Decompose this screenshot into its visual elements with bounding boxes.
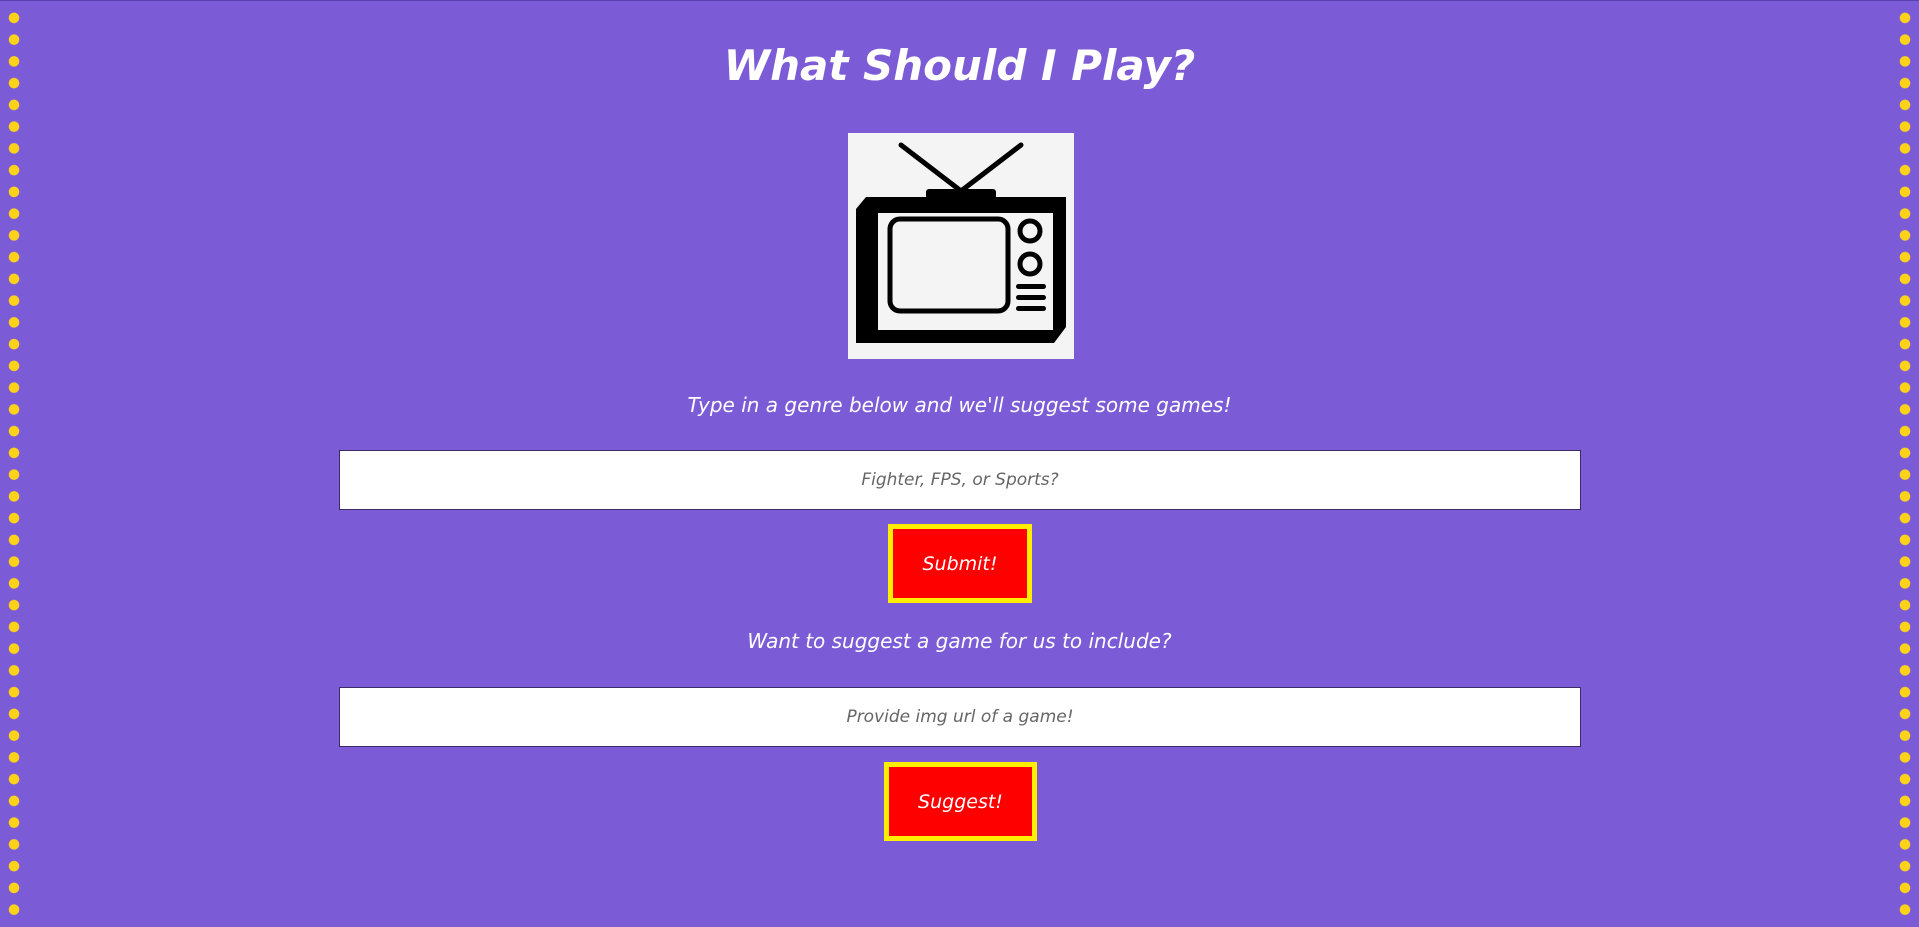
suggest-button[interactable]: Suggest! <box>884 762 1037 841</box>
game-url-input[interactable] <box>339 687 1581 747</box>
right-dot-border <box>1899 7 1911 922</box>
tv-image <box>848 133 1074 359</box>
page: What Should I Play? Type in a genre belo… <box>0 0 1919 927</box>
submit-button[interactable]: Submit! <box>888 524 1032 603</box>
genre-input[interactable] <box>339 450 1581 510</box>
genre-prompt: Type in a genre below and we'll suggest … <box>687 393 1232 417</box>
suggest-prompt: Want to suggest a game for us to include… <box>747 629 1172 653</box>
retro-tv-icon <box>856 142 1066 343</box>
left-dot-border <box>8 7 20 922</box>
page-title: What Should I Play? <box>723 41 1196 90</box>
